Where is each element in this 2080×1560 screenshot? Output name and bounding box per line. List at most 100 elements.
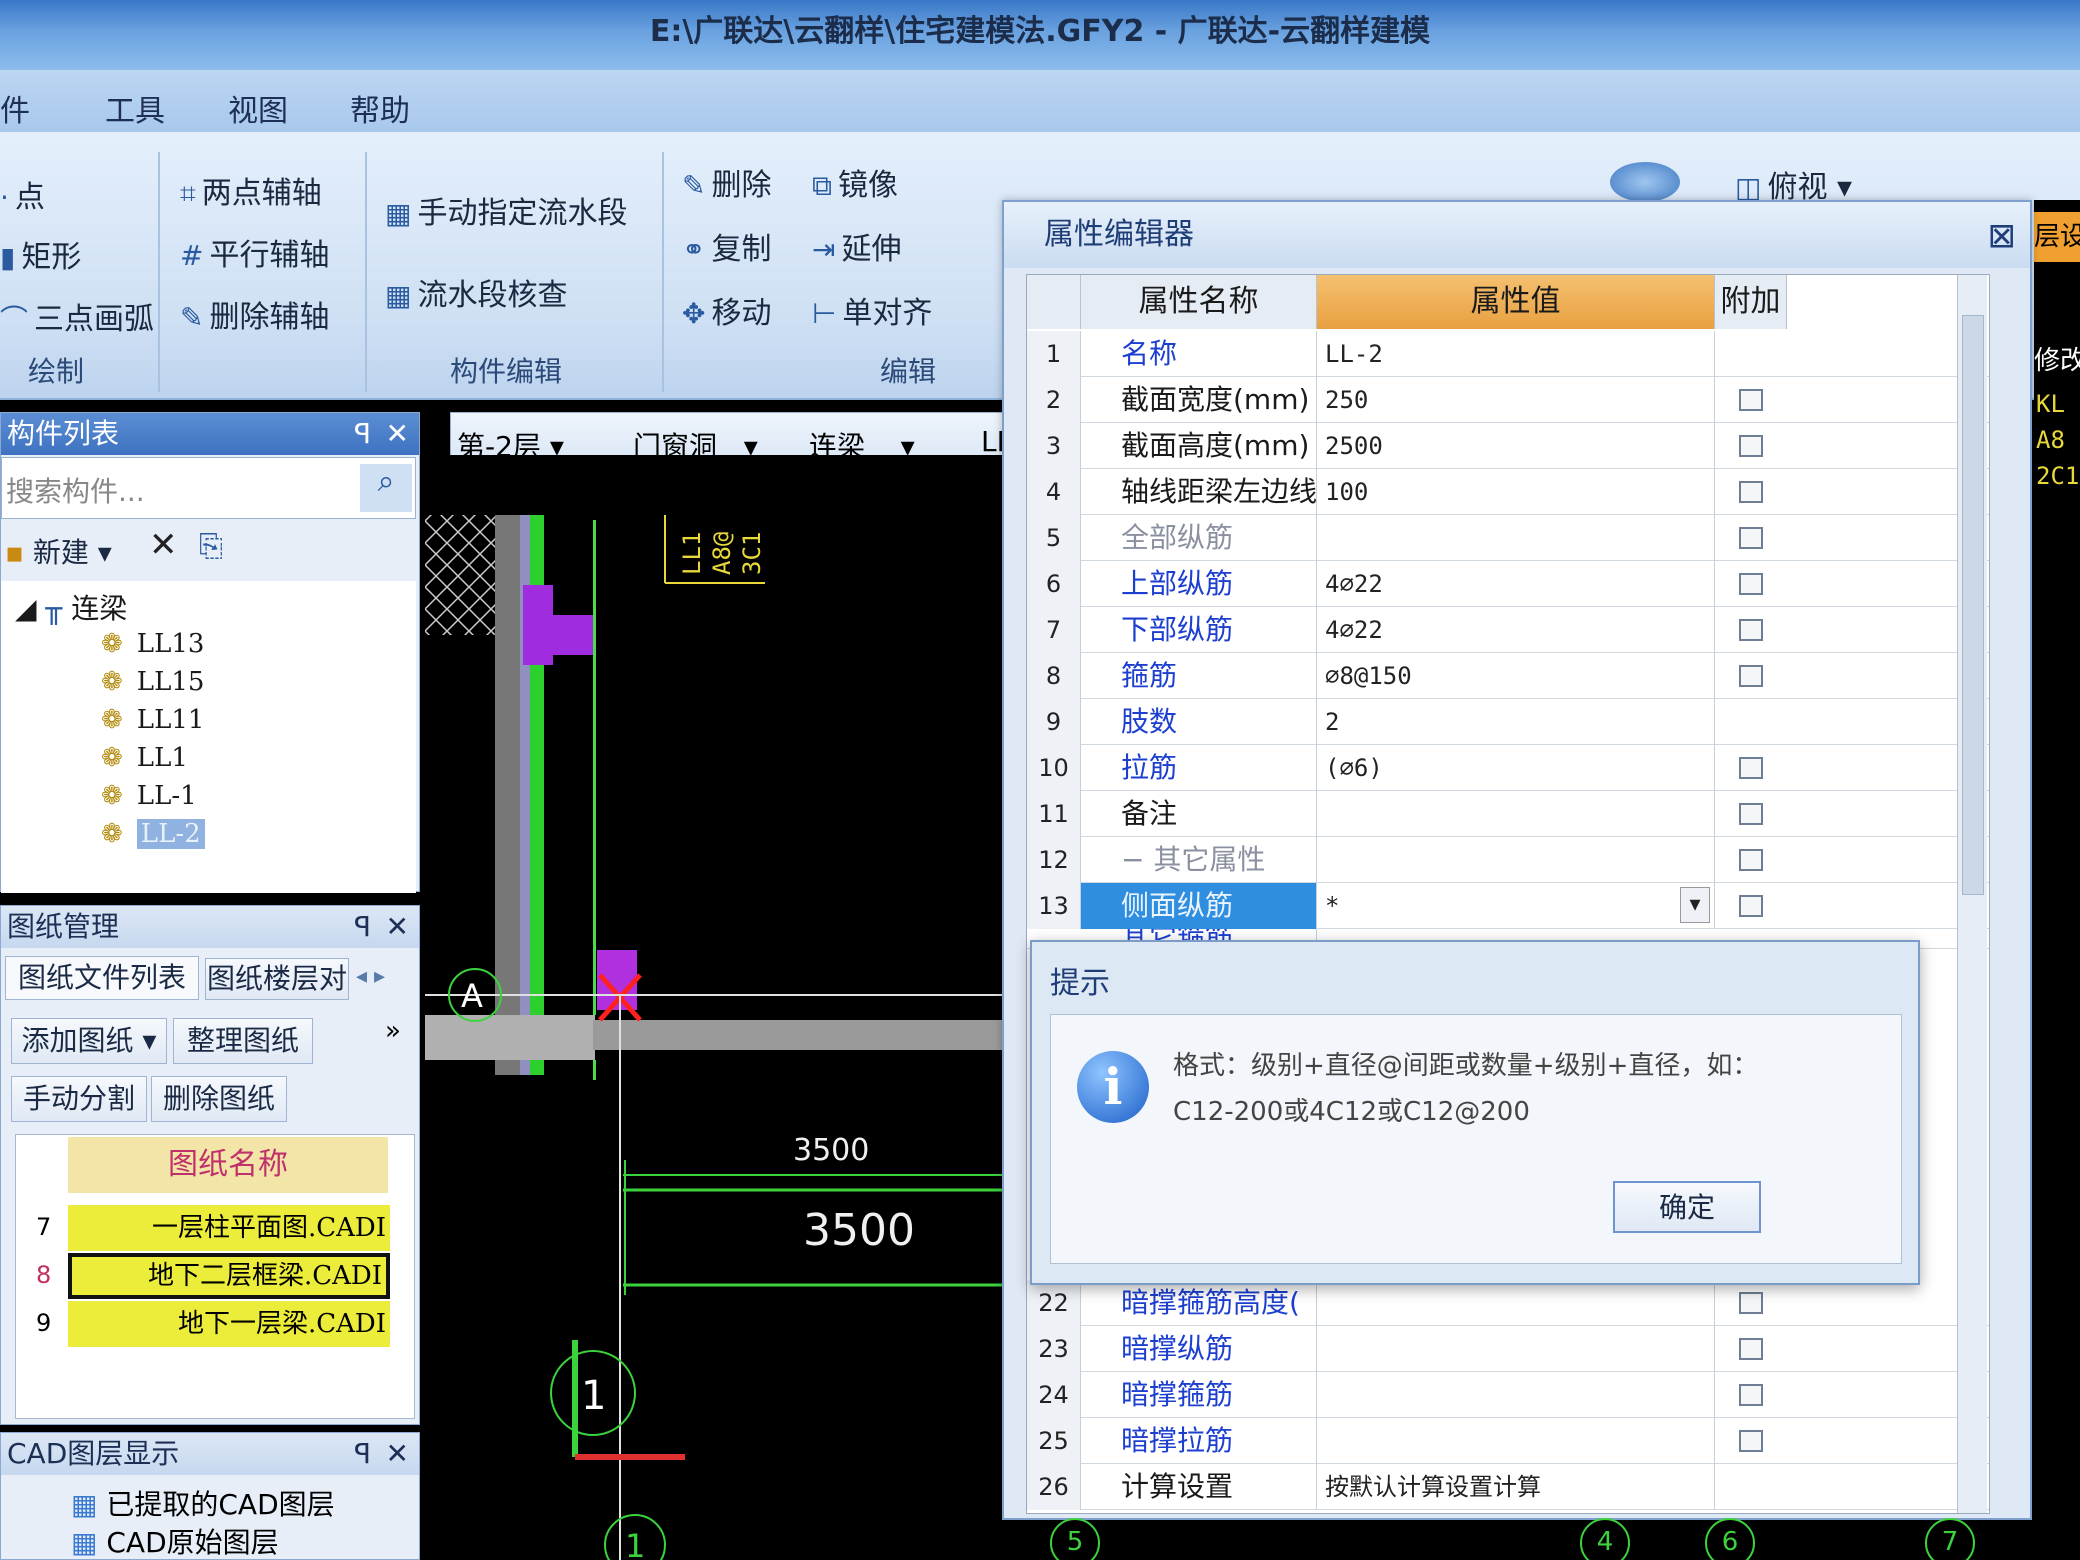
tab-drawing-floors[interactable]: 图纸楼层对: [205, 958, 349, 1000]
search-icon[interactable]: ⌕: [360, 464, 412, 512]
property-value-cell[interactable]: [1317, 1326, 1715, 1372]
property-row[interactable]: 1 名称 LL-2: [1027, 331, 1989, 377]
align-button[interactable]: ⊢ 单对齐: [812, 288, 932, 332]
extra-checkbox[interactable]: [1739, 527, 1763, 549]
new-button[interactable]: ▪ 新建 ▾: [5, 531, 112, 571]
extend-button[interactable]: ⇥ 延伸: [812, 224, 901, 268]
table-row[interactable]: 7 一层柱平面图.CADI: [16, 1205, 396, 1251]
property-value-cell[interactable]: (⌀6): [1317, 745, 1715, 791]
property-row[interactable]: 25 暗撑拉筋: [1027, 1418, 1989, 1464]
property-row[interactable]: 3 截面高度(mm) 2500: [1027, 423, 1989, 469]
extra-checkbox[interactable]: [1739, 1384, 1763, 1406]
close-icon[interactable]: ✕: [386, 413, 409, 455]
property-row[interactable]: 10 拉筋 (⌀6): [1027, 745, 1989, 791]
property-value-cell[interactable]: 4⌀22: [1317, 561, 1715, 607]
property-value-cell[interactable]: 2500: [1317, 423, 1715, 469]
extra-checkbox[interactable]: [1739, 481, 1763, 503]
move-button[interactable]: ✥ 移动: [682, 288, 771, 332]
tree-item-ll13[interactable]: ❁ LL13: [101, 629, 204, 659]
extra-checkbox[interactable]: [1739, 849, 1763, 871]
extra-checkbox[interactable]: [1739, 665, 1763, 687]
property-value-cell[interactable]: LL-2: [1317, 331, 1715, 377]
table-row[interactable]: 8 地下二层框梁.CADI: [16, 1253, 396, 1299]
layer-item-original[interactable]: ▦ CAD原始图层: [71, 1521, 279, 1560]
flow-check-button[interactable]: ▦ 流水段核查: [385, 270, 567, 314]
organize-drawing-button[interactable]: 整理图纸: [173, 1018, 313, 1064]
tree-item-ll11[interactable]: ❁ LL11: [101, 705, 204, 735]
extra-checkbox[interactable]: [1739, 573, 1763, 595]
menu-tools[interactable]: 工具: [105, 86, 165, 130]
extra-checkbox[interactable]: [1739, 1430, 1763, 1452]
property-row[interactable]: 26 计算设置 按默认计算设置计算: [1027, 1464, 1989, 1510]
extra-checkbox[interactable]: [1739, 757, 1763, 779]
property-row[interactable]: 22 暗撑箍筋高度(: [1027, 1280, 1989, 1326]
delete-axis-button[interactable]: ✎ 删除辅轴: [180, 292, 329, 336]
property-row[interactable]: 2 截面宽度(mm) 250: [1027, 377, 1989, 423]
arc-button[interactable]: ⌒ 三点画弧: [0, 294, 154, 338]
property-value-cell[interactable]: 250: [1317, 377, 1715, 423]
layer-setting-tab[interactable]: 层设: [2034, 212, 2080, 262]
tab-scroll-arrows[interactable]: ◂ ▸: [356, 964, 385, 989]
property-value-cell[interactable]: [1317, 1372, 1715, 1418]
layer-item-extracted[interactable]: ▦ 已提取的CAD图层: [71, 1483, 335, 1523]
property-value-cell[interactable]: 4⌀22: [1317, 607, 1715, 653]
pin-icon[interactable]: ꟼ: [354, 906, 371, 948]
pin-icon[interactable]: ꟼ: [354, 1433, 371, 1475]
property-value-cell[interactable]: [1317, 1418, 1715, 1464]
copy-button[interactable]: ⚭ 复制: [682, 224, 771, 268]
extra-checkbox[interactable]: [1739, 1338, 1763, 1360]
more-icon[interactable]: »: [385, 1016, 401, 1046]
scrollbar[interactable]: [1957, 275, 1987, 1513]
menu-view[interactable]: 视图: [228, 86, 288, 130]
delete-button[interactable]: ✎ 删除: [682, 160, 771, 204]
property-row[interactable]: 8 箍筋 ⌀8@150: [1027, 653, 1989, 699]
tab-drawing-files[interactable]: 图纸文件列表: [5, 956, 199, 1000]
two-point-axis-button[interactable]: ⌗ 两点辅轴: [180, 168, 322, 212]
rect-button[interactable]: ▮ 矩形: [0, 232, 81, 276]
modify-tab[interactable]: 修改: [2034, 340, 2080, 377]
extra-checkbox[interactable]: [1739, 619, 1763, 641]
property-value-cell[interactable]: [1317, 791, 1715, 837]
extra-checkbox[interactable]: [1739, 895, 1763, 917]
property-row[interactable]: 11 备注: [1027, 791, 1989, 837]
property-value-cell[interactable]: [1317, 1280, 1715, 1326]
menu-help[interactable]: 帮助: [350, 86, 410, 130]
tree-root[interactable]: ◢ ╥ 连梁: [15, 587, 127, 627]
copy-icon[interactable]: ⎘: [199, 529, 223, 564]
tree-item-ll-2[interactable]: ❁ LL-2: [101, 819, 205, 849]
delete-x-icon[interactable]: ✕: [149, 525, 178, 565]
property-value-cell[interactable]: [1317, 515, 1715, 561]
flow-segment-button[interactable]: ▦ 手动指定流水段: [385, 188, 627, 232]
extra-checkbox[interactable]: [1739, 1292, 1763, 1314]
mirror-button[interactable]: ⧉ 镜像: [812, 160, 898, 204]
property-row[interactable]: 7 下部纵筋 4⌀22: [1027, 607, 1989, 653]
close-icon[interactable]: ⊠: [1988, 216, 2017, 256]
manual-split-button[interactable]: 手动分割: [11, 1076, 147, 1122]
property-row[interactable]: 12− 其它属性: [1027, 837, 1989, 883]
add-drawing-button[interactable]: 添加图纸 ▾: [11, 1018, 167, 1064]
point-button[interactable]: · 点: [0, 172, 45, 216]
close-icon[interactable]: ✕: [386, 906, 409, 948]
dropdown-arrow-icon[interactable]: ▾: [1680, 887, 1710, 923]
property-value-cell[interactable]: [1317, 837, 1715, 883]
parallel-axis-button[interactable]: # 平行辅轴: [180, 230, 329, 274]
extra-checkbox[interactable]: [1739, 803, 1763, 825]
property-row[interactable]: 23 暗撑纵筋: [1027, 1326, 1989, 1372]
tree-item-ll-1[interactable]: ❁ LL-1: [101, 781, 197, 811]
ok-button[interactable]: 确定: [1613, 1181, 1761, 1233]
property-row[interactable]: 4轴线距梁左边线距100: [1027, 469, 1989, 515]
cad-canvas[interactable]: A 3500 3500 1 1 LL1 A8@ 3C1: [415, 455, 1020, 1560]
tree-item-ll1[interactable]: ❁ LL1: [101, 743, 188, 773]
property-value-cell[interactable]: ⌀8@150: [1317, 653, 1715, 699]
property-row[interactable]: 24 暗撑箍筋: [1027, 1372, 1989, 1418]
scrollbar-thumb[interactable]: [1962, 315, 1984, 895]
table-row[interactable]: 9 地下一层梁.CADI: [16, 1301, 396, 1347]
property-row[interactable]: 13 侧面纵筋 * ▾: [1027, 883, 1989, 929]
delete-drawing-button[interactable]: 删除图纸: [151, 1076, 287, 1122]
property-value-cell[interactable]: 2: [1317, 699, 1715, 745]
property-row[interactable]: 5 全部纵筋: [1027, 515, 1989, 561]
property-value-cell[interactable]: * ▾: [1317, 883, 1715, 929]
property-row[interactable]: 9 肢数 2: [1027, 699, 1989, 745]
component-search[interactable]: 搜索构件... ⌕: [1, 457, 416, 519]
close-icon[interactable]: ✕: [386, 1433, 409, 1475]
